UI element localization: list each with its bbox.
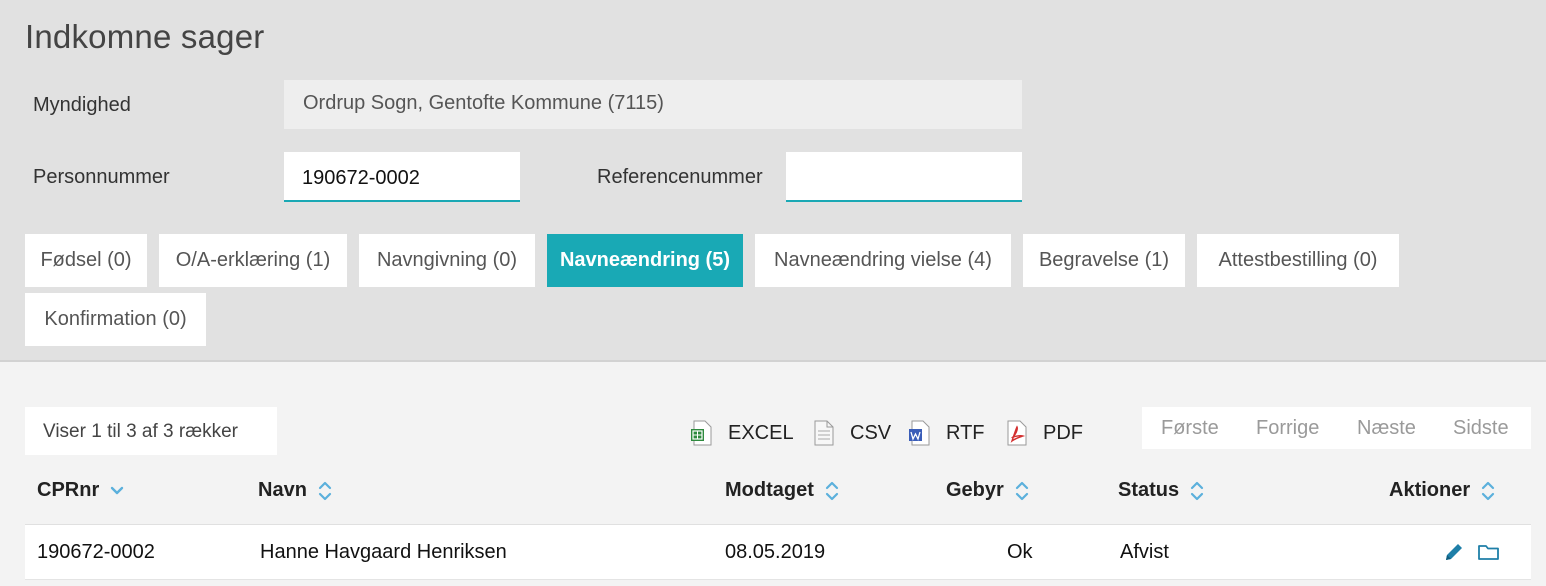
column-header-navn[interactable]: Navn: [258, 479, 333, 502]
excel-icon: [691, 420, 712, 446]
export-rtf-label: RTF: [946, 421, 985, 444]
cell-navn: Hanne Havgaard Henriksen: [260, 541, 507, 563]
column-header-label: Aktioner: [1389, 479, 1471, 501]
export-excel-button[interactable]: EXCEL: [690, 420, 794, 446]
column-header-label: Status: [1118, 479, 1180, 501]
cell-cprnr: 190672-0002: [37, 541, 155, 563]
row-actions: [1443, 541, 1501, 568]
tab-navneaendring-vielse[interactable]: Navneændring vielse (4): [755, 234, 1011, 287]
rtf-icon: [909, 420, 930, 446]
tab-attestbestilling[interactable]: Attestbestilling (0): [1197, 234, 1399, 287]
sort-icon: [825, 481, 838, 500]
tab-foedsel[interactable]: Fødsel (0): [25, 234, 147, 287]
pagination: Første Forrige Næste Sidste: [1142, 407, 1531, 449]
personnummer-label: Personnummer: [33, 166, 170, 188]
pdf-icon: [1007, 420, 1027, 446]
column-header-status[interactable]: Status: [1118, 479, 1205, 502]
column-header-label: CPRnr: [37, 479, 100, 501]
sort-icon: [1015, 481, 1028, 500]
tab-begravelse[interactable]: Begravelse (1): [1023, 234, 1185, 287]
filter-panel: Indkomne sager Myndighed Ordrup Sogn, Ge…: [0, 0, 1546, 362]
sort-icon: [1482, 481, 1495, 500]
page-title: Indkomne sager: [25, 18, 265, 55]
column-header-label: Gebyr: [946, 479, 1004, 501]
export-csv-button[interactable]: CSV: [812, 420, 891, 446]
sort-icon: [318, 481, 332, 500]
tab-konfirmation[interactable]: Konfirmation (0): [25, 293, 206, 346]
referencenummer-label: Referencenummer: [597, 166, 763, 188]
table-info: Viser 1 til 3 af 3 rækker: [25, 407, 277, 455]
pagination-last[interactable]: Sidste: [1453, 417, 1509, 440]
personnummer-input[interactable]: [284, 152, 520, 202]
column-header-label: Modtaget: [725, 479, 814, 501]
edit-pencil-icon[interactable]: [1443, 541, 1465, 568]
table-header: CPRnr Navn Modtaget Gebyr Status Aktione…: [25, 455, 1531, 525]
sort-desc-icon: [111, 486, 124, 494]
tab-oa-erklaering[interactable]: O/A-erklæring (1): [159, 234, 347, 287]
folder-icon[interactable]: [1477, 541, 1501, 568]
export-csv-label: CSV: [850, 421, 892, 444]
column-header-gebyr[interactable]: Gebyr: [946, 479, 1030, 502]
table-row[interactable]: 190672-0002 Hanne Havgaard Henriksen 08.…: [25, 525, 1531, 580]
column-header-aktioner[interactable]: Aktioner: [1389, 479, 1496, 502]
cell-gebyr: Ok: [1007, 541, 1033, 563]
tab-navngivning[interactable]: Navngivning (0): [359, 234, 535, 287]
cell-modtaget: 08.05.2019: [725, 541, 826, 563]
pagination-next[interactable]: Næste: [1357, 417, 1416, 440]
cell-status: Afvist: [1120, 541, 1169, 563]
referencenummer-input[interactable]: [786, 152, 1022, 202]
myndighed-label: Myndighed: [33, 94, 131, 116]
myndighed-field: Ordrup Sogn, Gentofte Kommune (7115): [284, 80, 1022, 129]
pagination-first[interactable]: Første: [1161, 417, 1219, 440]
column-header-label: Navn: [258, 479, 307, 501]
export-excel-label: EXCEL: [728, 421, 794, 444]
sort-icon: [1191, 481, 1204, 500]
export-pdf-label: PDF: [1043, 421, 1083, 444]
tab-navneaendring[interactable]: Navneændring (5): [547, 234, 743, 287]
column-header-modtaget[interactable]: Modtaget: [725, 479, 840, 502]
csv-icon: [814, 420, 834, 446]
export-pdf-button[interactable]: PDF: [1005, 420, 1083, 446]
pagination-previous[interactable]: Forrige: [1256, 417, 1319, 440]
column-header-cprnr[interactable]: CPRnr: [37, 479, 125, 502]
export-rtf-button[interactable]: RTF: [908, 420, 985, 446]
